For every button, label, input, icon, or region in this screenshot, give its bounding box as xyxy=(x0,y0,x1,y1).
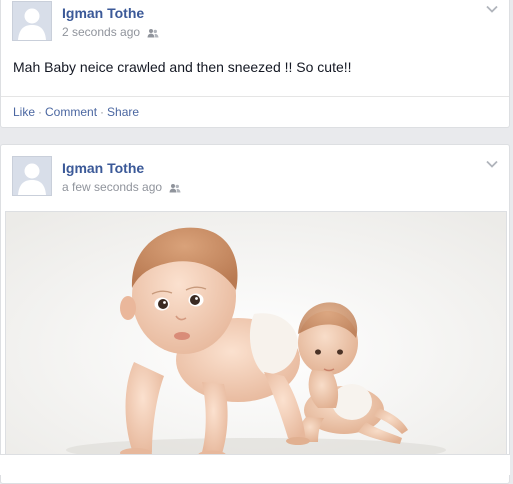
friends-icon[interactable] xyxy=(147,27,159,38)
feed-post: Igman Tothe 2 seconds ago Mah Baby neice… xyxy=(0,0,510,128)
post-photo[interactable] xyxy=(5,211,507,463)
post-text: Mah Baby neice crawled and then sneezed … xyxy=(13,59,352,75)
action-separator: · xyxy=(38,105,43,119)
author-name[interactable]: Igman Tothe xyxy=(62,160,144,176)
author-name[interactable]: Igman Tothe xyxy=(62,5,144,21)
post-options-chevron-icon[interactable] xyxy=(485,157,499,171)
post-timestamp[interactable]: 2 seconds ago xyxy=(62,25,140,39)
action-separator: · xyxy=(100,105,105,119)
comment-link[interactable]: Comment xyxy=(45,105,97,119)
author-avatar[interactable] xyxy=(12,156,52,196)
default-profile-icon xyxy=(13,2,51,40)
share-link[interactable]: Share xyxy=(107,105,139,119)
friends-icon[interactable] xyxy=(169,182,181,193)
post-divider xyxy=(1,96,509,97)
default-profile-icon xyxy=(13,157,51,195)
crawling-babies-photo xyxy=(6,212,506,462)
post-options-chevron-icon[interactable] xyxy=(485,2,499,16)
feed-post: Igman Tothe a few seconds ago xyxy=(0,144,510,484)
post-meta: 2 seconds ago xyxy=(62,25,159,39)
like-link[interactable]: Like xyxy=(13,105,35,119)
post-meta: a few seconds ago xyxy=(62,180,181,194)
next-post-peek xyxy=(0,454,510,475)
post-timestamp[interactable]: a few seconds ago xyxy=(62,180,162,194)
author-avatar[interactable] xyxy=(12,1,52,41)
post-actions: Like · Comment · Share xyxy=(13,105,139,119)
